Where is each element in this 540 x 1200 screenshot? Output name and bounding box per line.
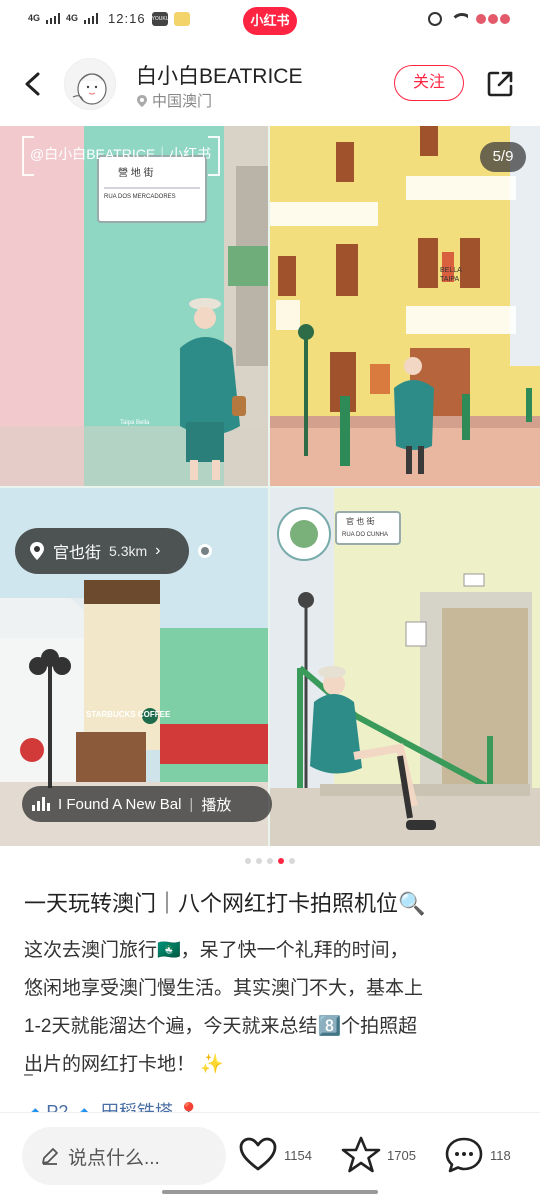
wifi-icon — [450, 12, 468, 26]
comment-button[interactable]: 118 — [444, 1135, 511, 1175]
photo-yellow-building: BELLA TAIPA — [270, 126, 540, 486]
photo-shop-2: BELLA TAIPA — [440, 267, 462, 283]
photo-sign-2-pt: RUA DO CUNHA — [342, 532, 389, 538]
pagination-dot — [267, 858, 273, 864]
pagination-dot — [289, 858, 295, 864]
note-body: 这次去澳门旅行🇲🇴，呆了快一个礼拜的时间， 悠闲地享受澳门慢生活。其实澳门不大，… — [24, 932, 514, 1084]
share-icon — [487, 71, 513, 97]
music-play-label[interactable]: 播放 — [201, 794, 231, 815]
photo-sign-1-pt: RUA DOS MERCADORES — [104, 194, 176, 200]
photo-girl-railing: 官 也 街 RUA DO CUNHA — [270, 488, 540, 846]
note-dash: – — [24, 1066, 33, 1083]
poi-distance: 5.3km — [109, 543, 148, 559]
photo-caption-small: Taipa Bella — [120, 420, 150, 426]
status-bar: 4G 4G 12:16 YOUKU 小红书 — [0, 0, 540, 44]
note-body-line: 这次去澳门旅行🇲🇴，呆了快一个礼拜的时间， — [24, 940, 409, 961]
back-button[interactable] — [18, 66, 48, 102]
star-icon — [341, 1136, 381, 1173]
pencil-icon — [42, 1148, 58, 1165]
comment-placeholder: 说点什么... — [68, 1147, 160, 1169]
collect-count: 1705 — [387, 1147, 416, 1163]
poi-dot-indicator — [198, 544, 212, 558]
comment-count: 118 — [490, 1147, 511, 1163]
back-arrow-icon — [25, 72, 40, 96]
note-body-line: 1-2天就能溜达个遍，今天就来总结8️⃣个拍照超 — [24, 1016, 418, 1037]
music-title: I Found A New Bal — [58, 795, 182, 813]
collect-button[interactable]: 1705 — [341, 1135, 416, 1175]
status-right — [428, 12, 510, 26]
heart-icon — [239, 1137, 277, 1171]
signal-bars-icon — [46, 13, 61, 24]
music-separator: | — [189, 795, 194, 813]
author-location: 中国澳门 — [136, 90, 212, 111]
comment-bubble-icon — [445, 1137, 483, 1173]
author-avatar[interactable] — [64, 58, 116, 110]
status-time: 12:16 — [108, 11, 146, 26]
engagement-bar: 说点什么... 1154 1705 118 — [0, 1112, 540, 1200]
location-pin-icon — [137, 94, 147, 107]
signal-4g-label-2: 4G — [66, 13, 79, 23]
home-indicator[interactable] — [162, 1190, 378, 1194]
pagination-dot — [278, 858, 284, 864]
note-header: 白小白BEATRICE 中国澳门 关注 — [0, 44, 540, 126]
comment-input[interactable]: 说点什么... — [22, 1127, 226, 1185]
location-pin-icon — [30, 542, 44, 560]
image-carousel[interactable]: 營 地 街 RUA DOS MERCADORES Taipa Bella BEL… — [0, 126, 540, 846]
image-counter: 5/9 — [480, 142, 526, 172]
signal-4g-label-1: 4G — [28, 13, 41, 23]
photo-sign-2-cn: 官 也 街 — [346, 517, 375, 526]
note-body-line: 悠闲地享受澳门慢生活。其实澳门不大，基本上 — [24, 978, 424, 999]
status-left: 4G 4G 12:16 YOUKU — [28, 11, 190, 26]
author-name[interactable]: 白小白BEATRICE — [136, 60, 302, 90]
pagination-dot — [256, 858, 262, 864]
battery-icon — [476, 14, 510, 24]
music-bars-icon — [32, 797, 50, 811]
notification-app-icon — [173, 11, 190, 26]
carousel-pagination — [0, 858, 540, 868]
image-watermark: @白小白BEATRICE｜小红书 — [22, 136, 220, 176]
signal-bars-icon — [84, 13, 99, 24]
photo-mint-wall: 營 地 街 RUA DOS MERCADORES Taipa Bella — [0, 126, 268, 486]
poi-location-pill[interactable]: 官也街 5.3km › — [15, 528, 189, 574]
photo-shop-1: STARBUCKS COFFEE — [86, 710, 171, 719]
note-title: 一天玩转澳门｜八个网红打卡拍照机位🔍 — [24, 891, 426, 916]
note-body-line: 出片的网红打卡地！ ✨ — [24, 1054, 224, 1075]
alarm-clock-icon — [428, 12, 442, 26]
pagination-dot — [245, 858, 251, 864]
poi-name: 官也街 — [53, 545, 102, 562]
location-text: 中国澳门 — [152, 93, 213, 110]
like-count: 1154 — [284, 1147, 312, 1163]
like-button[interactable]: 1154 — [238, 1135, 312, 1175]
brand-logo: 小红书 — [243, 7, 297, 35]
share-button[interactable] — [484, 68, 516, 100]
avatar-illustration — [72, 73, 107, 105]
follow-button[interactable]: 关注 — [394, 65, 464, 101]
background-music-pill[interactable]: I Found A New Bal | 播放 — [22, 786, 272, 822]
chevron-right-icon: › — [155, 542, 161, 559]
youku-app-icon: YOUKU — [151, 11, 169, 26]
